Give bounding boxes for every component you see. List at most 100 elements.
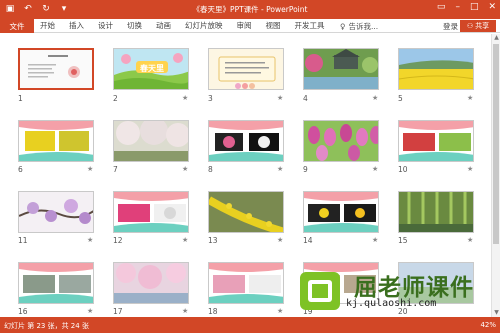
slide-10-content	[399, 121, 473, 161]
slide-14-content	[304, 192, 378, 232]
vertical-scrollbar[interactable]: ▲ ▼	[491, 34, 500, 317]
animation-star-icon: ★	[467, 94, 474, 102]
slide-thumbnail[interactable]	[113, 262, 189, 304]
slide-number: 12	[113, 236, 123, 245]
lightbulb-icon: ♀	[340, 22, 346, 31]
slide-5-content	[399, 49, 473, 89]
tab-home[interactable]: 开始	[40, 21, 55, 31]
slide-13-content	[209, 192, 283, 232]
scroll-down-icon[interactable]: ▼	[492, 309, 500, 317]
share-icon: ⚇	[466, 22, 474, 30]
slide-number: 9	[303, 165, 308, 174]
watermark-url: kj.qulaoshi.com	[346, 298, 437, 309]
slide-thumbnail[interactable]	[398, 191, 474, 233]
ribbon-tabs: 文件 开始 插入 设计 切换 动画 幻灯片放映 审阅 视图 开发工具 ♀ 告诉我…	[0, 19, 500, 33]
slide-number: 2	[113, 94, 118, 103]
slide-number: 8	[208, 165, 213, 174]
animation-star-icon: ★	[277, 236, 284, 244]
slide-thumbnail[interactable]	[208, 48, 284, 90]
animation-star-icon: ★	[87, 307, 94, 315]
tab-transitions[interactable]: 切换	[127, 21, 142, 31]
slide-thumbnail[interactable]	[303, 48, 379, 90]
share-button[interactable]: ⚇ 共享	[460, 20, 496, 32]
maximize-icon[interactable]: □	[470, 2, 479, 12]
animation-star-icon: ★	[372, 236, 379, 244]
slide-number: 7	[113, 165, 118, 174]
share-label: 共享	[475, 22, 490, 30]
window-title: 《春天里》PPT课件 - PowerPoint	[192, 5, 308, 14]
slide-thumbnail[interactable]	[208, 262, 284, 304]
slide-thumbnail[interactable]	[303, 191, 379, 233]
animation-star-icon: ★	[182, 94, 189, 102]
animation-star-icon: ★	[277, 307, 284, 315]
slide-3-content	[209, 49, 283, 89]
tab-design[interactable]: 设计	[98, 21, 113, 31]
slide-16-content	[19, 263, 93, 303]
slide-number: 6	[18, 165, 23, 174]
slide-number: 4	[303, 94, 308, 103]
ribbon-display-icon[interactable]: ▭	[437, 2, 446, 12]
slide-number: 13	[208, 236, 218, 245]
tell-me-box[interactable]: ♀ 告诉我...	[340, 21, 378, 32]
slide-number: 1	[18, 94, 23, 103]
tab-developer[interactable]: 开发工具	[295, 21, 325, 31]
slide-number: 5	[398, 94, 403, 103]
close-icon[interactable]: ✕	[488, 2, 496, 12]
tab-slideshow[interactable]: 幻灯片放映	[185, 21, 223, 31]
slide-thumbnail[interactable]	[113, 120, 189, 162]
animation-star-icon: ★	[372, 94, 379, 102]
tab-review[interactable]: 审阅	[237, 21, 252, 31]
animation-star-icon: ★	[467, 236, 474, 244]
slide-number: 16	[18, 307, 28, 316]
animation-star-icon: ★	[87, 165, 94, 173]
slide-thumbnail[interactable]	[113, 191, 189, 233]
tell-me-text: 告诉我...	[348, 22, 379, 31]
slide-thumbnail[interactable]: 春天里	[113, 48, 189, 90]
slide-8-content	[209, 121, 283, 161]
scroll-thumb[interactable]	[493, 44, 499, 244]
slide-thumbnail[interactable]	[208, 191, 284, 233]
watermark-logo-icon	[300, 272, 340, 310]
tab-insert[interactable]: 插入	[69, 21, 84, 31]
tab-file[interactable]: 文件	[0, 19, 34, 33]
slide-thumbnail[interactable]	[208, 120, 284, 162]
slide-number: 14	[303, 236, 313, 245]
slide-number: 18	[208, 307, 218, 316]
slide-number: 15	[398, 236, 408, 245]
slide-thumbnail[interactable]	[18, 120, 94, 162]
animation-star-icon: ★	[182, 165, 189, 173]
slide-thumbnail[interactable]	[303, 120, 379, 162]
animation-star-icon: ★	[277, 165, 284, 173]
slide-thumbnail[interactable]	[398, 120, 474, 162]
slide-thumbnail[interactable]	[18, 262, 94, 304]
slide-18-content	[209, 263, 283, 303]
slide-15-content	[399, 192, 473, 232]
animation-star-icon: ★	[277, 94, 284, 102]
slide-number: 11	[18, 236, 28, 245]
tab-animations[interactable]: 动画	[156, 21, 171, 31]
window-controls: ▭ – □ ✕	[437, 2, 496, 12]
slide-thumbnail[interactable]	[18, 48, 94, 90]
slide-thumbnail[interactable]	[18, 191, 94, 233]
slide-number: 17	[113, 307, 123, 316]
scroll-up-icon[interactable]: ▲	[492, 34, 500, 42]
title-bar: ▣ ↶ ↻ ▾ 《春天里》PPT课件 - PowerPoint ▭ – □ ✕	[0, 0, 500, 19]
zoom-level[interactable]: 42%	[480, 321, 496, 329]
slide-9-content	[304, 121, 378, 161]
tab-view[interactable]: 视图	[266, 21, 281, 31]
slide-6-content	[19, 121, 93, 161]
slide-2-title: 春天里	[140, 64, 164, 73]
animation-star-icon: ★	[182, 236, 189, 244]
minimize-icon[interactable]: –	[455, 2, 460, 12]
slide-11-content	[19, 192, 93, 232]
slide-number: 10	[398, 165, 408, 174]
slide-7-content	[114, 121, 188, 161]
slide-4-content	[304, 49, 378, 89]
login-link[interactable]: 登录	[443, 21, 458, 32]
watermark: 屈老师课件 kj.qulaoshi.com	[298, 266, 490, 316]
slide-thumbnail[interactable]	[398, 48, 474, 90]
slide-number: 3	[208, 94, 213, 103]
animation-star-icon: ★	[182, 307, 189, 315]
animation-star-icon: ★	[372, 165, 379, 173]
tab-list: 开始 插入 设计 切换 动画 幻灯片放映 审阅 视图 开发工具	[40, 21, 339, 31]
